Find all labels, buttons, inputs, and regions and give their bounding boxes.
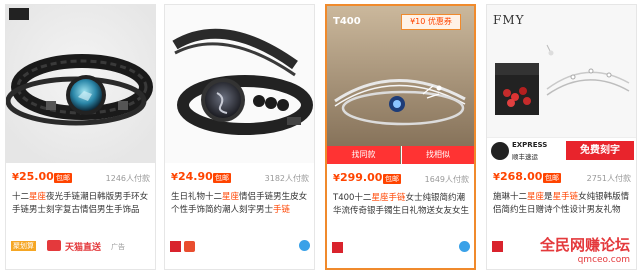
price-row: ¥268.00 包邮 2751人付款	[487, 169, 636, 187]
watermark-title: 全民网赚论坛	[539, 236, 630, 254]
find-similar-button[interactable]: 找相似	[401, 146, 474, 164]
pay-count: 2751人付款	[586, 174, 631, 183]
free-shipping-badge: 包邮	[383, 174, 401, 184]
card-footer	[170, 239, 310, 253]
price: ¥268.00	[493, 170, 543, 183]
price: ¥24.90	[171, 170, 213, 183]
promo-strip: EXPRESS 顺丰速运 免费刻字	[487, 137, 636, 163]
free-shipping-badge: 包邮	[54, 173, 72, 183]
shop-icon[interactable]	[170, 241, 181, 252]
product-title[interactable]: T400十二星座手链女士纯银简约潮华流传奇银手镯生日礼物送女友女生	[333, 192, 471, 218]
price: ¥25.00	[12, 170, 54, 183]
product-title[interactable]: 生日礼物十二星座情侣手链男生皮女个性手饰简约潮人刻字男士手链	[171, 191, 309, 217]
pay-count: 1649人付款	[424, 175, 469, 184]
shop-icon[interactable]	[492, 241, 503, 252]
express-label: EXPRESS	[512, 141, 548, 149]
free-engrave-badge: 免费刻字	[566, 141, 634, 160]
tmall-direct-text[interactable]: 天猫直送	[65, 240, 101, 253]
product-image-2[interactable]	[165, 5, 314, 163]
product-card-1[interactable]: ¥25.00 包邮 1246人付款 十二星座夜光手链潮日韩版男手环女手链男士刻字…	[5, 4, 156, 270]
card-footer: 聚划算 天猫直送 广告	[11, 239, 151, 253]
product-title[interactable]: 十二星座夜光手链潮日韩版男手环女手链男士刻字复古情侣男生手饰品	[12, 191, 150, 217]
coupon-badge[interactable]: ¥10 优惠券	[401, 14, 461, 30]
wangwang-icon[interactable]	[459, 241, 470, 252]
sf-express-icon	[491, 142, 509, 160]
wangwang-icon[interactable]	[299, 240, 310, 251]
brand-logo: FMY	[493, 13, 525, 27]
price-row: ¥24.90 包邮 3182人付款	[165, 169, 314, 187]
product-image-4[interactable]: FMY EXPRESS 顺丰速运 免费刻字	[487, 5, 636, 163]
pay-count: 1246人付款	[105, 174, 150, 183]
ad-label: 广告	[111, 243, 125, 251]
price-row: ¥299.00 包邮 1649人付款	[327, 170, 474, 188]
card-footer	[332, 240, 472, 254]
product-image-1[interactable]	[6, 5, 155, 163]
gift-icon	[184, 241, 195, 252]
juhuasuan-tag[interactable]: 聚划算	[11, 241, 36, 251]
pay-count: 3182人付款	[264, 174, 309, 183]
find-same-button[interactable]: 找同款	[327, 146, 400, 164]
product-card-4[interactable]: FMY EXPRESS 顺丰速运 免费刻字 ¥268.00 包邮 2751人付款…	[486, 4, 637, 270]
product-title[interactable]: 施琳十二星座是星手链女纯银韩版情侣简约生日赠诗个性设计男友礼物	[493, 191, 631, 217]
watermark: 全民网赚论坛 qmceo.com	[540, 234, 630, 265]
express-sub-label: 顺丰速运	[512, 153, 538, 161]
free-shipping-badge: 包邮	[543, 173, 561, 183]
brand-logo: T400	[333, 16, 361, 27]
price: ¥299.00	[333, 171, 383, 184]
product-image-3[interactable]: T400 ¥10 优惠券 找同款 找相似	[327, 6, 474, 164]
watermark-url: qmceo.com	[577, 255, 630, 265]
product-card-3[interactable]: T400 ¥10 优惠券 找同款 找相似 ¥299.00 包邮 1649人付款 …	[325, 4, 476, 270]
free-shipping-badge: 包邮	[213, 173, 231, 183]
price-row: ¥25.00 包邮 1246人付款	[6, 169, 155, 187]
product-card-2[interactable]: ¥24.90 包邮 3182人付款 生日礼物十二星座情侣手链男生皮女个性手饰简约…	[164, 4, 315, 270]
tmall-icon	[47, 240, 61, 251]
shop-icon[interactable]	[332, 242, 343, 253]
